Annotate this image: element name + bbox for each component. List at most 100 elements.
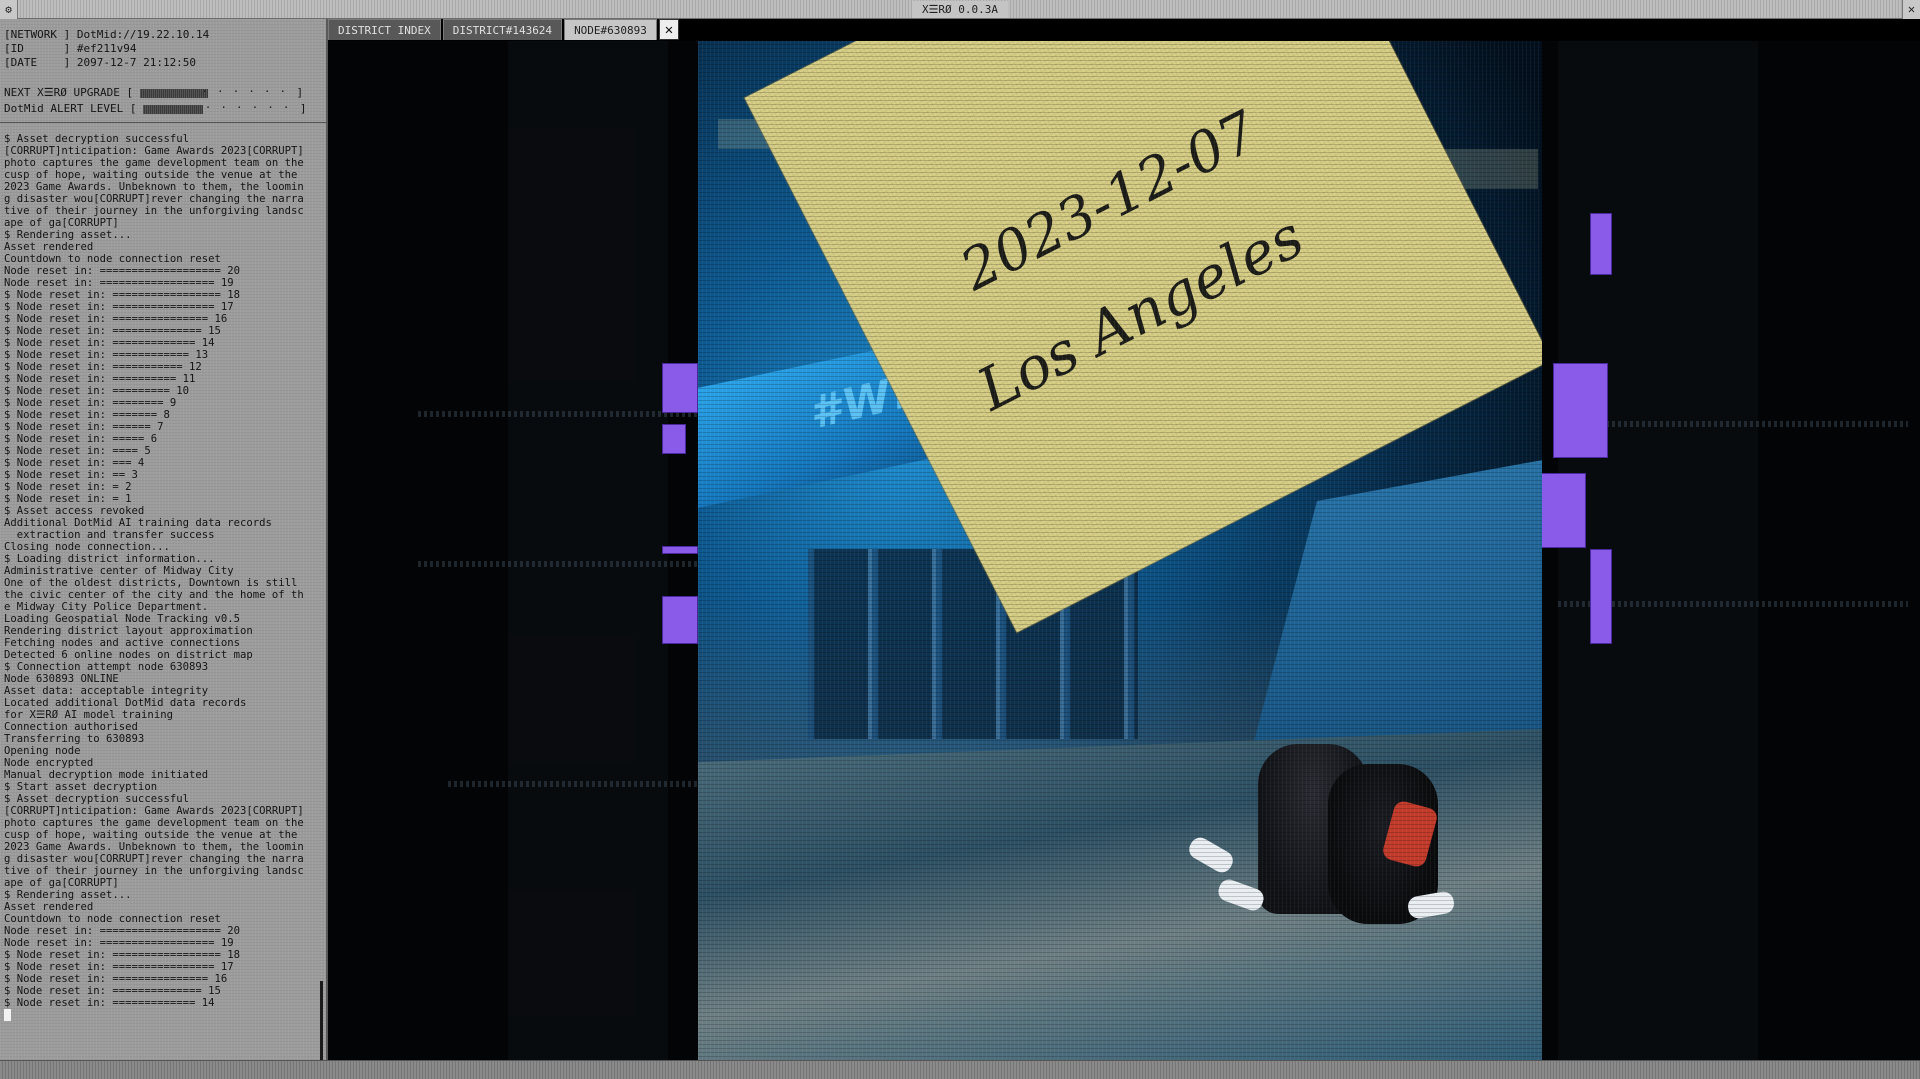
log-line: Node reset in: ================== 19	[4, 937, 234, 949]
id-status: [ID ] #ef211v94	[4, 42, 137, 55]
asset-viewer: #WITH 2023-12-07 Los Angeles	[328, 41, 1920, 1060]
log-line: Asset rendered	[4, 241, 94, 253]
log-line: Connection authorised	[4, 721, 138, 733]
log-line: $ Asset decryption successful	[4, 793, 189, 805]
window-titlebar: ⚙ X☰RØ 0.0.3A ✕	[0, 0, 1920, 19]
glitch-band	[448, 781, 698, 787]
upgrade-meter-bar: ······ ]	[133, 84, 303, 99]
seated-people	[1178, 744, 1458, 954]
terminal-panel: [NETWORK ] DotMid://19.22.10.14 [ID ] #e…	[0, 19, 328, 1066]
glitch-block	[1553, 363, 1608, 458]
meters: NEXT X☰RØ UPGRADE [ ······ ] DotMid ALER…	[4, 85, 306, 117]
glitch-block	[1541, 473, 1586, 548]
tab-node[interactable]: NODE#630893	[564, 19, 657, 40]
log-line: $ Asset decryption successful	[4, 133, 189, 145]
log-line: $ Node reset in: ====== 7	[4, 421, 164, 433]
log-line: $ Node reset in: ============== 15	[4, 325, 221, 337]
log-line: Manual decryption mode initiated	[4, 769, 209, 781]
glitch-block	[662, 596, 698, 644]
upgrade-meter-dots: ······	[201, 84, 296, 98]
log-line: Opening node	[4, 745, 81, 757]
log-line: $ Node reset in: ===== 6	[4, 433, 158, 445]
alert-meter-bar: ······ ]	[136, 100, 306, 115]
terminal-cursor[interactable]	[4, 1009, 310, 1024]
log-line: Node reset in: ================== 19	[4, 277, 234, 289]
glitch-block	[662, 546, 698, 554]
status-bar	[0, 1060, 1920, 1079]
close-icon[interactable]: ✕	[1902, 0, 1920, 19]
gear-icon[interactable]: ⚙	[0, 0, 18, 19]
log-line: Loading Geospatial Node Tracking v0.5	[4, 613, 240, 625]
log-line: Fetching nodes and active connections	[4, 637, 240, 649]
log-line: Node encrypted	[4, 757, 94, 769]
log-line: Detected 6 online nodes on district map	[4, 649, 253, 661]
glitch-band	[418, 561, 698, 567]
log-line: [CORRUPT]nticipation: Game Awards 2023[C…	[4, 805, 310, 889]
log-scrollbar[interactable]	[320, 981, 323, 1066]
log-line: Located additional DotMid data records	[4, 697, 247, 709]
glitch-column	[508, 41, 668, 1060]
log-line: $ Node reset in: = 2	[4, 481, 132, 493]
log-line: Asset rendered	[4, 901, 94, 913]
upgrade-meter-fill	[140, 88, 209, 98]
log-line: $ Node reset in: ======== 9	[4, 397, 177, 409]
log-line: Transferring to 630893	[4, 733, 145, 745]
glitch-block	[1590, 549, 1612, 644]
alert-meter-fill	[143, 104, 204, 114]
log-line: $ Node reset in: =========== 12	[4, 361, 202, 373]
window-title: X☰RØ 0.0.3A	[912, 1, 1008, 18]
status-block: [NETWORK ] DotMid://19.22.10.14 [ID ] #e…	[4, 28, 209, 70]
alert-meter: DotMid ALERT LEVEL [ ······ ]	[4, 101, 306, 117]
log-line: Countdown to node connection reset	[4, 253, 221, 265]
log-line: $ Asset access revoked	[4, 505, 145, 517]
upgrade-meter-label: NEXT X☰RØ UPGRADE [	[4, 86, 134, 99]
log-line: Additional DotMid AI training data recor…	[4, 517, 272, 529]
log-line: $ Node reset in: ========== 11	[4, 373, 196, 385]
log-line: Node reset in: =================== 20	[4, 265, 240, 277]
log-line: $ Node reset in: ================= 18	[4, 949, 240, 961]
log-line: Asset data: acceptable integrity	[4, 685, 209, 697]
log-line: $ Start asset decryption	[4, 781, 158, 793]
tab-district-index[interactable]: DISTRICT INDEX	[328, 19, 441, 40]
network-status: [NETWORK ] DotMid://19.22.10.14	[4, 28, 210, 41]
log-line: $ Node reset in: ============= 14	[4, 337, 215, 349]
glitch-column	[1558, 41, 1758, 1060]
log-line: for X☰RØ AI model training	[4, 709, 173, 721]
upgrade-meter: NEXT X☰RØ UPGRADE [ ······ ]	[4, 85, 306, 101]
tab-district[interactable]: DISTRICT#143624	[442, 19, 563, 40]
alert-meter-label: DotMid ALERT LEVEL [	[4, 102, 137, 115]
log-line: [CORRUPT]nticipation: Game Awards 2023[C…	[4, 145, 310, 229]
log-line: $ Node reset in: ================ 17	[4, 961, 234, 973]
log-line: $ Loading district information...	[4, 553, 215, 565]
log-line: One of the oldest districts, Downtown is…	[4, 577, 304, 613]
log-line: $ Rendering asset...	[4, 229, 132, 241]
tab-bar: DISTRICT INDEX DISTRICT#143624 NODE#6308…	[328, 19, 679, 41]
glitch-block	[1590, 213, 1612, 275]
glitch-block	[662, 363, 698, 413]
log-line: extraction and transfer success	[4, 529, 215, 541]
terminal-log[interactable]: $ Asset decryption successful [CORRUPT]nt…	[4, 133, 310, 1071]
log-line: Rendering district layout approximation	[4, 625, 253, 637]
glitch-band	[418, 411, 698, 417]
log-line: $ Node reset in: =============== 16	[4, 973, 228, 985]
close-tab-icon[interactable]: ✕	[658, 19, 679, 40]
log-line: $ Node reset in: = 1	[4, 493, 132, 505]
log-line: $ Node reset in: =============== 16	[4, 313, 228, 325]
log-line: $ Node reset in: ================ 17	[4, 301, 234, 313]
log-line: Closing node connection...	[4, 541, 170, 553]
log-line: Administrative center of Midway City	[4, 565, 234, 577]
glitch-block	[662, 424, 686, 454]
log-line: $ Node reset in: ================= 18	[4, 289, 240, 301]
panel-divider	[0, 122, 326, 123]
asset-photo: #WITH 2023-12-07 Los Angeles	[698, 41, 1542, 1060]
log-line: $ Node reset in: ======= 8	[4, 409, 170, 421]
log-line: $ Node reset in: ============ 13	[4, 349, 209, 361]
glitch-band	[1558, 421, 1908, 427]
log-line: $ Rendering asset...	[4, 889, 132, 901]
log-line: $ Connection attempt node 630893	[4, 661, 209, 673]
log-line: $ Node reset in: === 4	[4, 457, 145, 469]
log-line: Countdown to node connection reset	[4, 913, 221, 925]
log-line: $ Node reset in: ==== 5	[4, 445, 151, 457]
alert-meter-dots: ······	[204, 100, 299, 114]
log-line: Node 630893 ONLINE	[4, 673, 119, 685]
